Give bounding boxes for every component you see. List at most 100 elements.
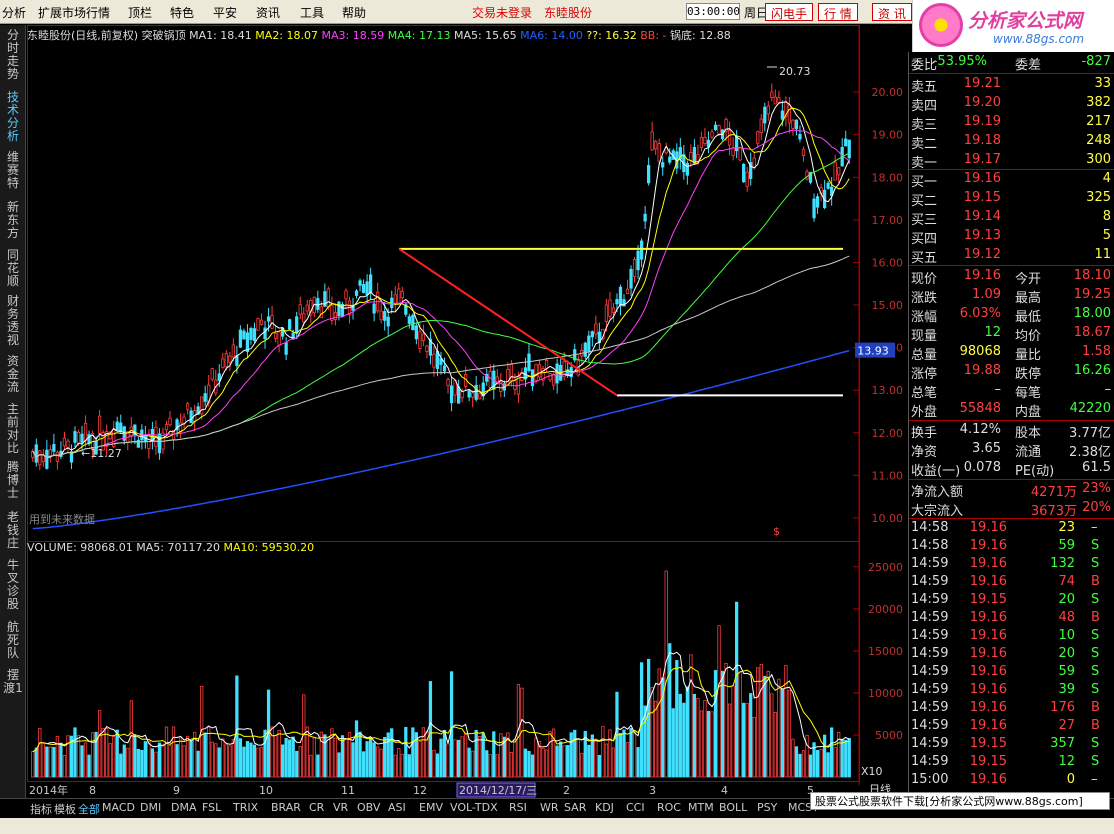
volume-legend: VOLUME: 98068.01 MA5: 70117.20 MA10: 595… bbox=[27, 541, 314, 554]
indicator-tab[interactable]: CR bbox=[309, 801, 324, 814]
indicator-tab[interactable]: BRAR bbox=[271, 801, 301, 814]
volume-bar bbox=[604, 743, 609, 778]
bid-label: 买四 bbox=[911, 232, 938, 247]
candle-body bbox=[618, 286, 623, 307]
indicator-tab[interactable]: TRIX bbox=[233, 801, 258, 814]
stat-row: 总笔 – 每笔 – bbox=[909, 382, 1114, 401]
candle-body bbox=[833, 161, 837, 181]
candle-body bbox=[386, 316, 390, 327]
candle-body bbox=[544, 360, 549, 369]
indicator-tab[interactable]: ROC bbox=[657, 801, 681, 814]
tick-side: B bbox=[1091, 700, 1100, 715]
indicator-tab[interactable]: FSL bbox=[202, 801, 221, 814]
tab-finance[interactable]: 财务透视 bbox=[2, 295, 24, 347]
menu-help[interactable]: 帮助 bbox=[342, 4, 366, 21]
menu-special[interactable]: 特色 bbox=[170, 4, 194, 21]
volume-bar bbox=[530, 754, 535, 778]
candle-body bbox=[692, 147, 697, 164]
tick-row: 14:59 19.16 39 S bbox=[909, 682, 1114, 700]
indicator-tab[interactable]: DMI bbox=[140, 801, 161, 814]
tab-baidu[interactable]: 摆渡1 bbox=[2, 669, 24, 695]
candle-body bbox=[773, 96, 777, 105]
ma2-line bbox=[32, 107, 850, 459]
tab-diagnosis[interactable]: 牛叉诊股 bbox=[2, 559, 24, 611]
tab-dr-teng[interactable]: 腾博士 bbox=[2, 461, 24, 500]
indicator-tab[interactable]: CCI bbox=[626, 801, 645, 814]
bid-volume: 11 bbox=[1094, 247, 1111, 262]
bid-row: 买四 19.13 5 bbox=[909, 228, 1114, 247]
tick-volume: 10 bbox=[1058, 628, 1075, 643]
volume-bar bbox=[819, 749, 823, 778]
indicator-tab[interactable]: WR bbox=[540, 801, 559, 814]
panel-divider bbox=[909, 479, 1114, 480]
tab-weisaite[interactable]: 维赛特 bbox=[2, 151, 24, 190]
ask-volume: 248 bbox=[1086, 133, 1111, 148]
menu-extended-market[interactable]: 扩展市场行情 bbox=[38, 4, 110, 21]
volume-bar bbox=[456, 739, 461, 778]
volume-bar bbox=[587, 744, 591, 778]
tab-intraday[interactable]: 分时走势 bbox=[2, 29, 24, 81]
tab-xindongfang[interactable]: 新东方 bbox=[2, 201, 24, 240]
menu-tools[interactable]: 工具 bbox=[300, 4, 324, 21]
weibi-row: 委比 -53.95% 委差 -827 bbox=[909, 54, 1114, 73]
candle-body bbox=[826, 182, 830, 189]
candle-body bbox=[333, 312, 338, 320]
indicator-tab[interactable]: VOL-TDX bbox=[450, 801, 498, 814]
candle-body bbox=[62, 437, 67, 447]
x-axis-label: 12 bbox=[413, 784, 427, 797]
candle-body bbox=[221, 358, 225, 368]
ma3-line bbox=[32, 129, 850, 459]
volume-bar bbox=[766, 670, 770, 778]
indicator-tab[interactable]: OBV bbox=[357, 801, 380, 814]
ask-row: 卖三 19.19 217 bbox=[909, 114, 1114, 133]
indicator-tab[interactable]: KDJ bbox=[595, 801, 614, 814]
indicator-tab[interactable]: MACD bbox=[102, 801, 135, 814]
volume-bar bbox=[840, 738, 844, 778]
footer-ad[interactable]: 股票公式股票软件下载[分析家公式网www.88gs.com] bbox=[810, 792, 1110, 810]
candlestick-chart[interactable]: 20.0019.0018.0017.0016.0015.0014.0013.00… bbox=[27, 25, 907, 798]
flash-trade-button[interactable]: 闪电手 bbox=[765, 3, 814, 21]
indicator-tab[interactable]: MTM bbox=[688, 801, 714, 814]
indicator-tab[interactable]: RSI bbox=[509, 801, 527, 814]
candle-body bbox=[337, 301, 341, 317]
volume-bar bbox=[523, 748, 528, 778]
volume-bar bbox=[147, 740, 151, 778]
indicator-tab[interactable]: 全部 bbox=[78, 801, 100, 817]
volume-bar bbox=[108, 743, 112, 778]
menu-topbar[interactable]: 顶栏 bbox=[128, 4, 152, 21]
ask-label: 卖三 bbox=[911, 118, 938, 133]
indicator-tab[interactable]: 模板 bbox=[54, 801, 76, 817]
menu-analysis[interactable]: 分析 bbox=[2, 4, 26, 21]
tab-compare[interactable]: 主前对比 bbox=[2, 403, 24, 455]
volume-bar bbox=[150, 748, 155, 778]
trade-login-status[interactable]: 交易未登录 bbox=[472, 4, 532, 21]
candle-body bbox=[256, 318, 260, 331]
tab-laoqian[interactable]: 老钱庄 bbox=[2, 511, 24, 550]
volume-bar bbox=[713, 670, 718, 778]
volume-bar bbox=[622, 729, 626, 778]
candle-body bbox=[555, 363, 559, 384]
indicator-tab[interactable]: SAR bbox=[564, 801, 586, 814]
quote-button[interactable]: 行 情 bbox=[818, 3, 858, 21]
indicator-tab[interactable]: BOLL bbox=[719, 801, 747, 814]
news-button[interactable]: 资 讯 bbox=[872, 3, 912, 21]
tab-capital-flow[interactable]: 资金流 bbox=[2, 355, 24, 394]
tab-tonghuashun[interactable]: 同花顺 bbox=[2, 249, 24, 288]
menu-pingan[interactable]: 平安 bbox=[213, 4, 237, 21]
indicator-tab[interactable]: VR bbox=[333, 801, 348, 814]
tick-price: 19.16 bbox=[969, 538, 1007, 553]
volume-bar bbox=[207, 726, 211, 778]
indicator-tab[interactable]: EMV bbox=[419, 801, 443, 814]
menu-news[interactable]: 资讯 bbox=[256, 4, 280, 21]
tab-hangsidui[interactable]: 航死队 bbox=[2, 621, 24, 660]
indicator-tab[interactable]: DMA bbox=[171, 801, 197, 814]
indicator-tab[interactable]: PSY bbox=[757, 801, 777, 814]
ask-price: 19.17 bbox=[963, 152, 1001, 167]
candle-body bbox=[228, 355, 232, 363]
tab-technical[interactable]: 技术分析 bbox=[2, 91, 24, 143]
volume-bar bbox=[259, 747, 264, 778]
volume-bar bbox=[59, 742, 63, 778]
indicator-tab[interactable]: 指标 bbox=[30, 801, 52, 817]
candle-body bbox=[703, 136, 707, 144]
indicator-tab[interactable]: ASI bbox=[388, 801, 406, 814]
